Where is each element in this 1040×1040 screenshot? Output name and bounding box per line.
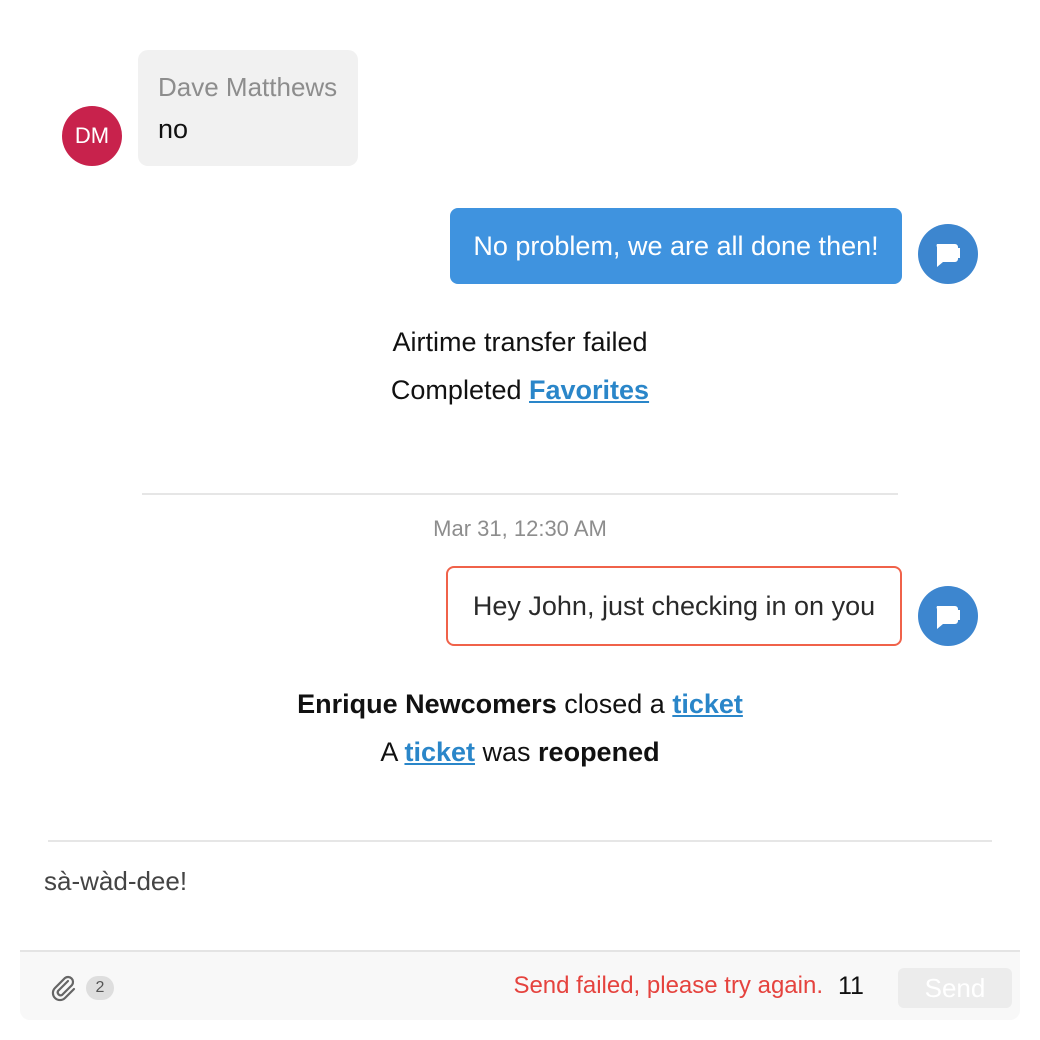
event-text: A	[380, 737, 397, 767]
event-completed: Completed Favorites	[0, 373, 1040, 407]
incoming-message-bubble: Dave Matthews no	[138, 50, 358, 166]
agent-avatar	[918, 586, 978, 646]
failed-message-bubble[interactable]: Hey John, just checking in on you	[446, 566, 902, 646]
chat-bubble-icon	[936, 606, 960, 629]
event-actor: Enrique Newcomers	[297, 689, 557, 719]
event-ticket-closed: Enrique Newcomers closed a ticket	[0, 687, 1040, 721]
attachment-count-badge: 2	[86, 976, 114, 1000]
favorites-link[interactable]: Favorites	[529, 375, 649, 405]
chat-bubble-icon	[936, 244, 960, 267]
event-text: Airtime transfer failed	[392, 327, 648, 357]
outgoing-message-bubble: No problem, we are all done then!	[450, 208, 902, 284]
divider	[142, 493, 898, 495]
composer-toolbar: 2 Send failed, please try again. 11 Send	[20, 950, 1020, 1020]
event-airtime-failed: Airtime transfer failed	[0, 325, 1040, 359]
event-text: closed a	[564, 689, 665, 719]
ticket-link[interactable]: ticket	[672, 689, 743, 719]
paperclip-icon[interactable]	[48, 972, 78, 1002]
ticket-link[interactable]: ticket	[404, 737, 475, 767]
message-text: no	[158, 114, 189, 144]
send-button[interactable]: Send	[898, 968, 1012, 1008]
event-text: Completed	[390, 375, 522, 405]
message-text: No problem, we are all done then!	[473, 230, 879, 261]
message-input[interactable]: sà-wàd-dee!	[44, 866, 187, 897]
message-text: Hey John, just checking in on you	[472, 590, 876, 621]
send-error-message: Send failed, please try again.	[513, 972, 823, 999]
avatar-dave-matthews: DM	[62, 106, 122, 166]
composer-divider	[48, 840, 992, 842]
event-ticket-reopened: A ticket was reopened	[0, 735, 1040, 769]
timestamp: Mar 31, 12:30 AM	[433, 516, 607, 541]
agent-avatar	[918, 224, 978, 284]
message-sender: Dave Matthews	[158, 72, 338, 102]
character-count: 11	[838, 972, 864, 1000]
event-action: reopened	[538, 737, 660, 767]
event-text: was	[482, 737, 531, 767]
